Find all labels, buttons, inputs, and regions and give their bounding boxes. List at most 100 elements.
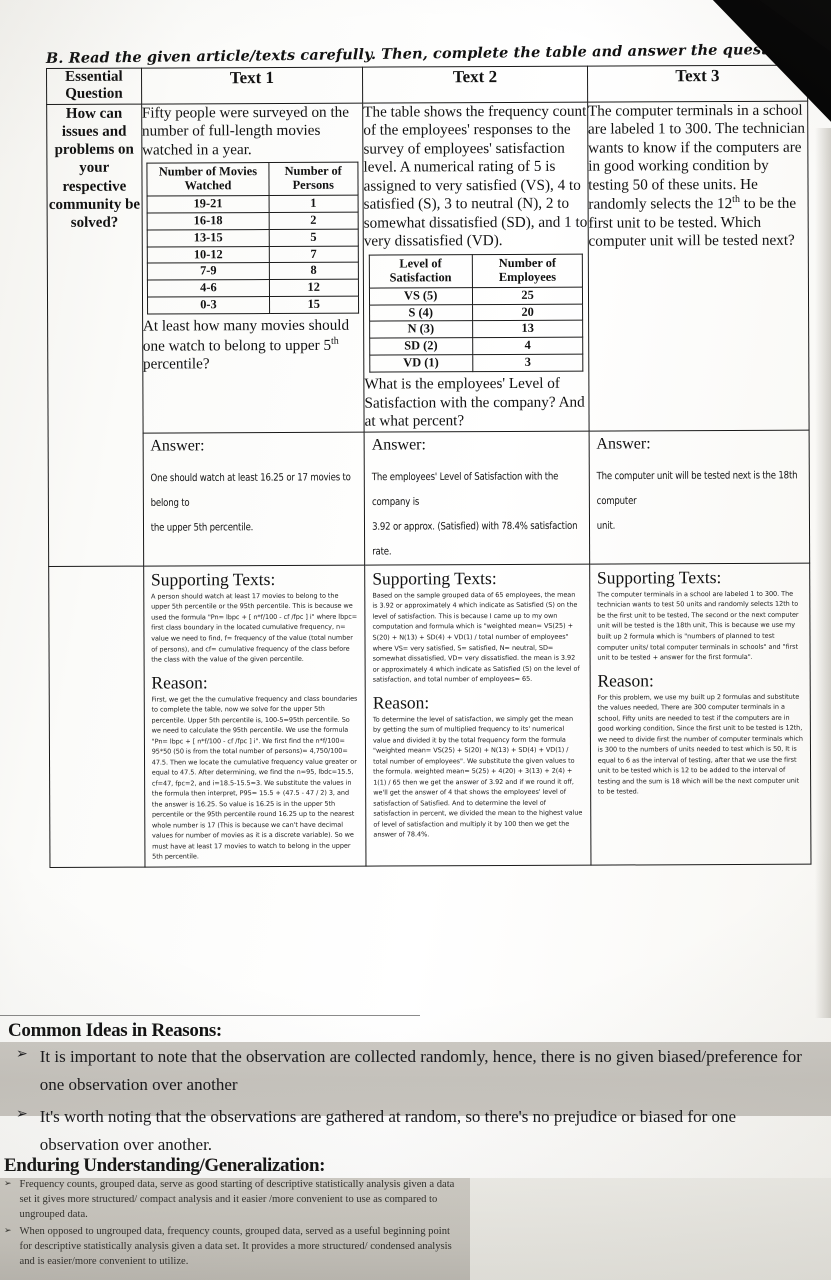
text1-reason-text: First, we get the the cumulative frequen… bbox=[151, 694, 358, 861]
cell: VS (5) bbox=[368, 287, 473, 305]
page-edge-shadow bbox=[815, 128, 831, 1018]
text1-intro: Fifty people were surveyed on the number… bbox=[141, 103, 350, 159]
answer-label: Answer: bbox=[150, 437, 205, 455]
text2-intro: The table shows the frequency count of t… bbox=[363, 102, 588, 250]
text1-question-part1: At least how many movies should one watc… bbox=[142, 316, 350, 355]
text3-reason-text: For this problem, we use my built up 2 f… bbox=[597, 692, 803, 796]
arrow-bullet-icon: ➢ bbox=[4, 1225, 12, 1236]
cell: 7 bbox=[269, 245, 358, 264]
table-row: 0-3 15 bbox=[147, 296, 359, 315]
cell: 0-3 bbox=[147, 296, 270, 315]
answer-line: The computer unit will be tested next is… bbox=[596, 469, 798, 508]
cell: 15 bbox=[269, 296, 359, 314]
answer-label: Answer: bbox=[371, 436, 426, 454]
text2-prompt-cell: The table shows the frequency count of t… bbox=[362, 101, 589, 432]
text2-support-cell: Supporting Texts: Based on the sample gr… bbox=[364, 564, 591, 866]
cell: 1 bbox=[268, 195, 358, 213]
cell: 4 bbox=[472, 337, 584, 355]
reason-title: Reason: bbox=[597, 669, 654, 691]
text2-answer-handwriting: The employees' Level of Satisfaction wit… bbox=[365, 455, 589, 584]
main-answer-table: Essential Question Text 1 Text 2 Text 3 … bbox=[46, 65, 811, 868]
header-text-3: Text 3 bbox=[587, 65, 808, 102]
header-text-1: Text 1 bbox=[141, 67, 363, 104]
text3-supporting-text: The computer terminals in a school are l… bbox=[597, 589, 799, 662]
list-item: ➢ It is important to note that the obser… bbox=[0, 1040, 831, 1100]
empty-spacer-cell bbox=[48, 566, 145, 868]
table-row: SD (2) 4 bbox=[369, 337, 584, 356]
text2-satisfaction-table: Level of Satisfaction Number of Employee… bbox=[368, 254, 584, 373]
table-row: 19-21 1 bbox=[147, 195, 358, 213]
list-item: ➢ Frequency counts, grouped data, serve … bbox=[0, 1176, 470, 1223]
worksheet-page: B. Read the given article/texts carefull… bbox=[0, 0, 831, 1280]
enduring-list: ➢ Frequency counts, grouped data, serve … bbox=[0, 1176, 470, 1270]
table-row: VD (1) 3 bbox=[369, 354, 584, 373]
text3-support-cell: Supporting Texts: The computer terminals… bbox=[589, 563, 811, 865]
table-row: 10-12 7 bbox=[147, 245, 358, 264]
text1-supporting-text: A person should watch at least 17 movies… bbox=[150, 591, 358, 664]
cell: 13-15 bbox=[147, 229, 270, 247]
text1-support-cell: Supporting Texts: A person should watch … bbox=[143, 565, 367, 867]
text1-col2-header: Number of Persons bbox=[268, 162, 358, 196]
answer-line: 3.92 or approx. (Satisfied) with 78.4% s… bbox=[372, 520, 578, 558]
cell: 5 bbox=[269, 228, 358, 247]
cell: 3 bbox=[472, 354, 584, 372]
cell: 13 bbox=[472, 320, 583, 338]
supporting-texts-title: Supporting Texts: bbox=[596, 566, 722, 588]
answer-label: Answer: bbox=[596, 435, 651, 453]
common-ideas-list: ➢ It is important to note that the obser… bbox=[0, 1040, 831, 1160]
arrow-bullet-icon: ➢ bbox=[4, 1178, 12, 1188]
cell: SD (2) bbox=[369, 337, 473, 356]
table-row: Number of Movies Watched Number of Perso… bbox=[147, 162, 358, 196]
cell: 20 bbox=[472, 303, 583, 322]
enduring-text: Frequency counts, grouped data, serve as… bbox=[19, 1179, 455, 1221]
text2-question: What is the employees' Level of Satisfac… bbox=[364, 374, 585, 430]
arrow-bullet-icon: ➢ bbox=[16, 1107, 28, 1123]
cell: 25 bbox=[472, 286, 583, 305]
header-text-2: Text 2 bbox=[362, 66, 588, 103]
table-row: 4-6 12 bbox=[147, 279, 359, 298]
supporting-texts-title: Supporting Texts: bbox=[150, 568, 276, 590]
cell: 8 bbox=[269, 262, 359, 280]
text1-answer-cell[interactable]: Answer: One should watch at least 16.25 … bbox=[142, 431, 365, 567]
cell: 12 bbox=[269, 279, 359, 297]
cell: 10-12 bbox=[147, 246, 270, 264]
table-row: 13-15 5 bbox=[147, 228, 358, 247]
list-item: ➢ It's worth noting that the observation… bbox=[0, 1100, 831, 1160]
essential-question-cell: How can issues and problems on your resp… bbox=[46, 103, 144, 567]
text1-question: At least how many movies should one watc… bbox=[143, 317, 364, 375]
reason-title: Reason: bbox=[151, 671, 208, 693]
answer-row: Answer: One should watch at least 16.25 … bbox=[48, 429, 810, 567]
table-row: VS (5) 25 bbox=[368, 286, 583, 305]
header-essential-question: Essential Question bbox=[46, 68, 142, 104]
text3-answer-cell[interactable]: Answer: The computer unit will be tested… bbox=[588, 429, 810, 565]
cell: VD (1) bbox=[369, 354, 473, 373]
text2-answer-cell[interactable]: Answer: The employees' Level of Satisfac… bbox=[364, 430, 590, 566]
enduring-text: When opposed to ungrouped data, frequenc… bbox=[19, 1226, 452, 1268]
common-ideas-title: Common Ideas in Reasons: bbox=[8, 1020, 222, 1041]
common-idea-text: It's worth noting that the observations … bbox=[39, 1107, 737, 1154]
supporting-reason-row: Supporting Texts: A person should watch … bbox=[48, 563, 811, 868]
common-idea-text: It is important to note that the observa… bbox=[39, 1047, 802, 1094]
arrow-bullet-icon: ➢ bbox=[16, 1047, 28, 1062]
table-header-row: Essential Question Text 1 Text 2 Text 3 bbox=[46, 65, 808, 104]
answer-line: The employees' Level of Satisfaction wit… bbox=[371, 470, 559, 509]
text3-intro: The computer terminals in a school are l… bbox=[588, 101, 808, 251]
cell: S (4) bbox=[369, 304, 473, 322]
text2-col2-header: Number of Employees bbox=[472, 254, 583, 288]
table-prompt-row: How can issues and problems on your resp… bbox=[46, 100, 810, 567]
text1-frequency-table: Number of Movies Watched Number of Perso… bbox=[147, 162, 359, 315]
cell: 2 bbox=[268, 211, 358, 230]
reason-title: Reason: bbox=[372, 691, 430, 713]
instruction-line: B. Read the given article/texts carefull… bbox=[45, 39, 831, 67]
cell: 4-6 bbox=[147, 279, 270, 298]
cell: 16-18 bbox=[147, 212, 270, 230]
text3-answer-handwriting: The computer unit will be tested next is… bbox=[589, 454, 809, 558]
text1-prompt-cell: Fifty people were surveyed on the number… bbox=[141, 102, 365, 433]
enduring-understanding-title: Enduring Understanding/Generalization: bbox=[4, 1155, 326, 1176]
cell: N (3) bbox=[369, 321, 473, 339]
cell: 7-9 bbox=[147, 263, 270, 281]
text2-col1-header: Level of Satisfaction bbox=[368, 254, 473, 288]
table-row: N (3) 13 bbox=[369, 320, 583, 339]
list-item: ➢ When opposed to ungrouped data, freque… bbox=[0, 1223, 470, 1270]
text3-prompt-cell: The computer terminals in a school are l… bbox=[587, 100, 810, 431]
